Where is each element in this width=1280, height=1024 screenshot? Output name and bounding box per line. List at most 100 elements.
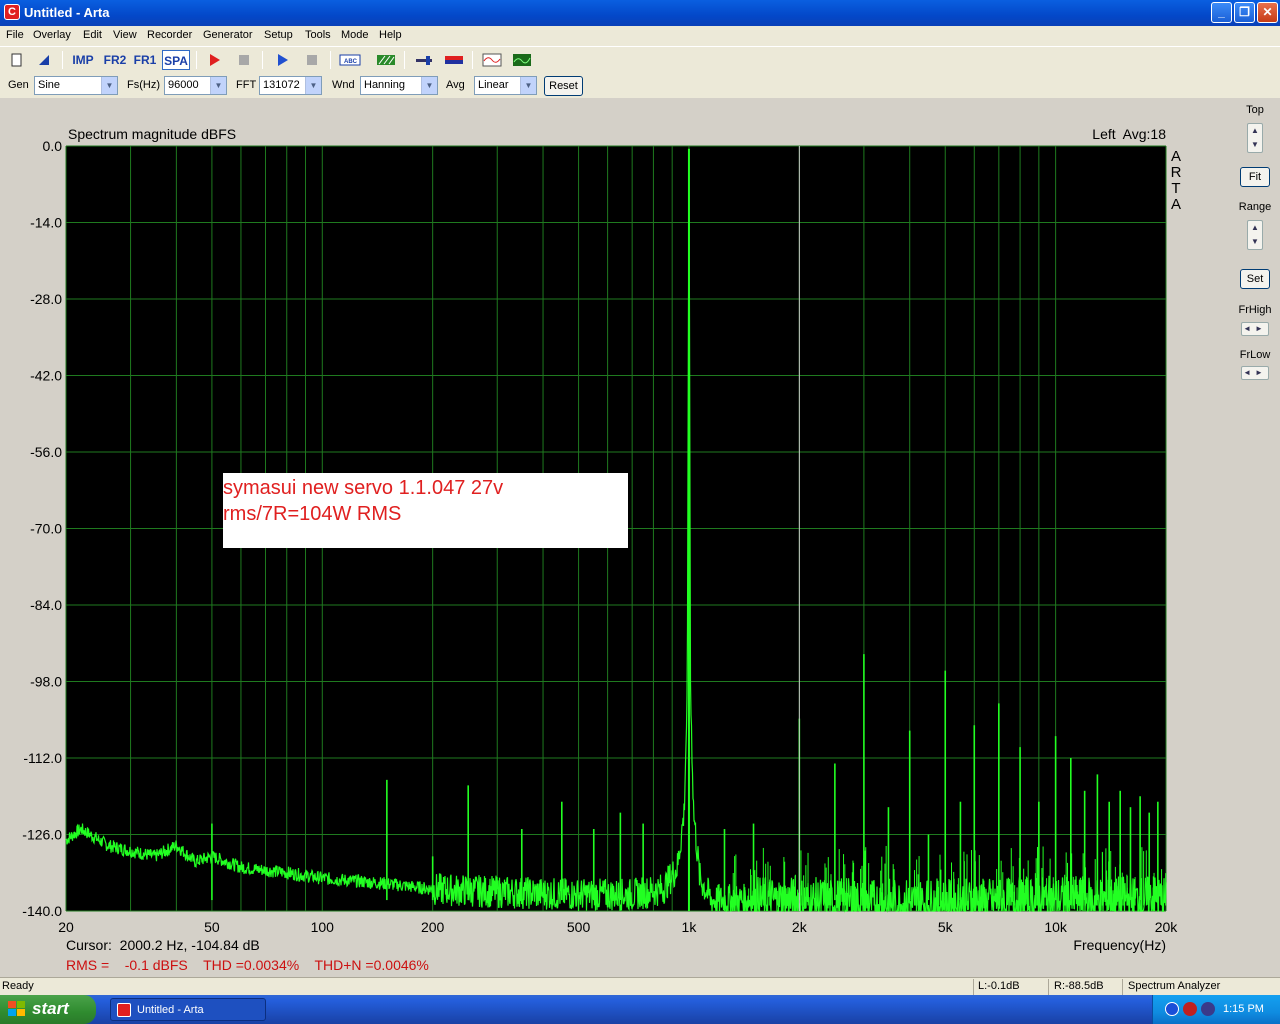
chevron-down-icon: ▼ — [520, 77, 536, 94]
avg-label: Avg — [446, 79, 465, 91]
frhigh-spinner[interactable]: ◄► — [1241, 322, 1269, 336]
sample-rate-select[interactable]: 96000 ▼ — [164, 76, 227, 95]
frlow-spinner[interactable]: ◄► — [1241, 366, 1269, 380]
start-button[interactable]: start — [0, 995, 96, 1024]
x-tick-label: 100 — [311, 919, 335, 935]
arta-icon: C — [4, 4, 20, 20]
open-file-icon[interactable] — [34, 50, 54, 70]
antivirus-icon[interactable] — [1201, 1002, 1215, 1016]
x-tick-label: 2k — [792, 919, 808, 935]
toolbar-separator — [330, 51, 331, 69]
toolbar-separator — [404, 51, 405, 69]
main-toolbar: IMP FR2 FR1 SPA ABC — [0, 46, 1280, 72]
menu-mode[interactable]: Mode — [341, 29, 369, 41]
menu-overlay[interactable]: Overlay — [33, 29, 71, 41]
gen-label: Gen — [8, 79, 29, 91]
record-icon[interactable] — [204, 50, 224, 70]
top-spinner[interactable]: ▲ ▼ — [1247, 123, 1263, 153]
menu-tools[interactable]: Tools — [305, 29, 331, 41]
chart-title: Spectrum magnitude dBFS — [68, 126, 236, 142]
status-right-level: R:-88.5dB — [1054, 980, 1104, 992]
chevron-icon[interactable] — [1165, 1002, 1179, 1016]
y-tick-label: -70.0 — [30, 521, 62, 537]
status-divider — [1122, 979, 1123, 995]
color-bar-icon[interactable] — [442, 50, 466, 70]
frhigh-label: FrHigh — [1238, 304, 1272, 316]
spectrum-view-icon[interactable] — [510, 50, 534, 70]
y-tick-label: -42.0 — [30, 368, 62, 384]
fr2-mode-button[interactable]: FR2 — [102, 50, 128, 70]
y-tick-label: -14.0 — [30, 215, 62, 231]
window-select[interactable]: Hanning ▼ — [360, 76, 438, 95]
clock: 1:15 PM — [1223, 1003, 1264, 1015]
x-tick-label: 20 — [58, 919, 74, 935]
averaging-value: Linear — [478, 79, 509, 91]
annotation-line-1: symasui new servo 1.1.047 27v — [223, 477, 503, 499]
start-label: start — [32, 999, 69, 1018]
window-title: Untitled - Arta — [24, 5, 110, 20]
maximize-icon[interactable]: ❐ — [1234, 2, 1255, 23]
window-label: Wnd — [332, 79, 355, 91]
menu-view[interactable]: View — [113, 29, 137, 41]
channel-info: Left Avg:18 — [1092, 126, 1166, 142]
top-label: Top — [1246, 104, 1264, 116]
stop-generator-icon[interactable] — [302, 50, 322, 70]
fft-size-select[interactable]: 131072 ▼ — [259, 76, 322, 95]
y-tick-label: -28.0 — [30, 291, 62, 307]
menu-bar: File Overlay Edit View Recorder Generato… — [0, 26, 1280, 46]
menu-recorder[interactable]: Recorder — [147, 29, 192, 41]
fit-button[interactable]: Fit — [1240, 167, 1270, 187]
range-label: Range — [1238, 201, 1272, 213]
y-tick-label: -112.0 — [23, 750, 62, 766]
generator-select[interactable]: Sine ▼ — [34, 76, 118, 95]
y-tick-label: -98.0 — [30, 674, 62, 690]
menu-edit[interactable]: Edit — [83, 29, 102, 41]
fr1-mode-button[interactable]: FR1 — [132, 50, 158, 70]
svg-text:ABC: ABC — [344, 59, 358, 65]
y-tick-label: 0.0 — [43, 138, 63, 154]
menu-help[interactable]: Help — [379, 29, 402, 41]
right-control-panel: Top ▲ ▼ Fit Range ▲ ▼ Set FrHigh ◄► FrLow … — [1230, 99, 1280, 977]
shield-icon[interactable] — [1183, 1002, 1197, 1016]
stop-icon[interactable] — [234, 50, 254, 70]
averaging-select[interactable]: Linear ▼ — [474, 76, 537, 95]
impulse-mode-button[interactable]: IMP — [70, 50, 96, 70]
y-tick-label: -126.0 — [22, 827, 62, 843]
play-icon[interactable] — [272, 50, 292, 70]
x-tick-label: 10k — [1044, 919, 1068, 935]
slider-icon[interactable] — [412, 50, 436, 70]
menu-setup[interactable]: Setup — [264, 29, 293, 41]
y-tick-label: -56.0 — [30, 444, 62, 460]
x-axis: 20 50 100 200 500 1k 2k 5k 10k 20k — [58, 919, 1178, 935]
taskbar-item-arta[interactable]: Untitled - Arta — [110, 998, 266, 1021]
watermark-letter: R — [1171, 164, 1182, 181]
x-tick-label: 200 — [421, 919, 445, 935]
cursor-readout: Cursor: 2000.2 Hz, -104.84 dB — [66, 937, 260, 953]
watermark-letter: A — [1171, 148, 1181, 165]
chevron-down-icon: ▼ — [210, 77, 226, 94]
minimize-icon[interactable]: _ — [1211, 2, 1232, 23]
toolbar-separator — [262, 51, 263, 69]
x-tick-label: 20k — [1155, 919, 1179, 935]
pattern-icon[interactable] — [374, 50, 398, 70]
scope-icon[interactable] — [480, 50, 504, 70]
chevron-down-icon: ▼ — [101, 77, 117, 94]
window-value: Hanning — [364, 79, 405, 91]
menu-generator[interactable]: Generator — [203, 29, 253, 41]
status-left-level: L:-0.1dB — [978, 980, 1020, 992]
chevron-down-icon: ▼ — [421, 77, 437, 94]
overlay-abc-icon[interactable]: ABC — [338, 50, 362, 70]
menu-file[interactable]: File — [6, 29, 24, 41]
spectrum-chart[interactable]: Spectrum magnitude dBFS Left Avg:18 0.0 -… — [2, 99, 1230, 977]
spectrum-mode-button[interactable]: SPA — [162, 50, 190, 70]
status-divider — [1048, 979, 1049, 995]
status-bar: Ready L:-0.1dB R:-88.5dB Spectrum Analyz… — [0, 977, 1280, 995]
new-file-icon[interactable] — [6, 50, 26, 70]
close-icon[interactable]: ✕ — [1257, 2, 1278, 23]
set-button[interactable]: Set — [1240, 269, 1270, 289]
range-spinner[interactable]: ▲ ▼ — [1247, 220, 1263, 250]
watermark-letter: T — [1171, 180, 1180, 197]
title-bar: C Untitled - Arta _ ❐ ✕ — [0, 0, 1280, 26]
frlow-label: FrLow — [1239, 349, 1271, 361]
reset-button[interactable]: Reset — [544, 76, 583, 96]
